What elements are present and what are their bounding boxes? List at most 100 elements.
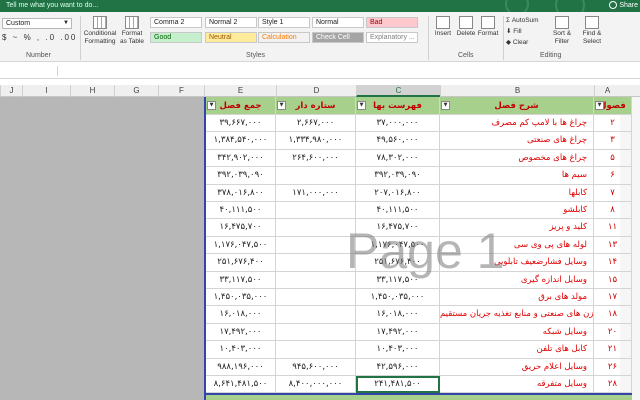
cell-star[interactable] (276, 306, 356, 324)
cell-list[interactable]: ۲۴۱,۴۸۱,۵۰۰ (356, 376, 440, 394)
cell-desc[interactable]: وسایل اعلام حریق (440, 358, 594, 376)
cell-desc[interactable]: مولد های برق (440, 289, 594, 307)
cell-desc[interactable]: چراغ های صنعتی (440, 132, 594, 150)
cell-list[interactable]: ۲۰۷,۰۱۶,۸۰۰ (356, 184, 440, 202)
cell-list[interactable]: ۱۶,۴۷۵,۷۰۰ (356, 219, 440, 237)
cell-list[interactable]: ۷۸,۳۰۲,۰۰۰ (356, 149, 440, 168)
cell-total[interactable]: ۹۸۸,۱۹۶,۰۰۰ (206, 358, 276, 376)
cell-total[interactable]: ۳۴۲,۹۰۲,۰۰۰ (206, 149, 276, 168)
cell-idx[interactable]: ۲۰ (594, 323, 632, 342)
filter-dropdown-icon[interactable]: ▼ (357, 101, 366, 110)
name-box[interactable] (2, 66, 58, 76)
cell-list[interactable]: ۴۹,۵۶۰,۰۰۰ (356, 132, 440, 150)
cell-desc[interactable]: لوله های پی وی سی (440, 236, 594, 255)
cell-style-option[interactable]: Normal 2 (205, 17, 257, 28)
cell-list[interactable]: ۱۰,۴۰۳,۰۰۰ (356, 341, 440, 359)
cell-desc[interactable]: کابلشو (440, 202, 594, 220)
cell-total[interactable]: ۲۵۱,۶۷۶,۴۰۰ (206, 254, 276, 272)
filter-dropdown-icon[interactable]: ▼ (207, 101, 216, 110)
cell-star[interactable] (276, 341, 356, 359)
cell-desc[interactable]: کابل های تلفن (440, 341, 594, 359)
cell-idx[interactable]: ۱۷ (594, 289, 632, 307)
cell-desc[interactable]: وسایل فشارضعیف تابلویی (440, 254, 594, 272)
cell-list[interactable]: ۴۰,۱۱۱,۵۰۰ (356, 202, 440, 220)
cell-desc[interactable]: چراغ های مخصوص (440, 149, 594, 168)
cell-idx[interactable]: ۶ (594, 167, 632, 185)
column-header[interactable]: B (440, 85, 594, 97)
format-as-table-button[interactable]: Format as Table (118, 16, 146, 46)
cell-star[interactable]: ۹۴۵,۶۰۰,۰۰۰ (276, 358, 356, 376)
cell-list[interactable]: ۳۳,۱۱۷,۵۰۰ (356, 271, 440, 289)
cell-star[interactable] (276, 254, 356, 272)
cell-total[interactable]: ۸,۶۴۱,۴۸۱,۵۰۰ (206, 376, 276, 394)
cell-idx[interactable]: ۲۸ (594, 376, 632, 394)
cell-star[interactable] (276, 202, 356, 220)
conditional-formatting-button[interactable]: Conditional Formatting (82, 16, 118, 46)
cell-star[interactable] (276, 323, 356, 342)
cell-desc[interactable]: سیم ها (440, 167, 594, 185)
sort-filter-button[interactable]: Sort & Filter (548, 16, 576, 46)
cell-idx[interactable]: ۱۱ (594, 219, 632, 237)
cell-desc[interactable]: وسایل متفرقه (440, 376, 594, 394)
cell-total[interactable]: ۱,۴۵۰,۰۳۵,۰۰۰ (206, 289, 276, 307)
cell-style-option[interactable]: Neutral (205, 32, 257, 43)
column-header[interactable]: F (158, 85, 204, 97)
cell-idx[interactable]: ۱۵ (594, 271, 632, 289)
clear-button[interactable]: ◆ Clear (506, 37, 539, 48)
cell-total[interactable]: ۱۶,۴۷۵,۷۰۰ (206, 219, 276, 237)
column-header[interactable]: H (70, 85, 114, 97)
cell-style-option[interactable]: Bad (366, 17, 418, 28)
cell-idx[interactable]: ۳ (594, 132, 632, 150)
column-header[interactable]: G (114, 85, 158, 97)
cell-star[interactable]: ۲۶۴,۶۰۰,۰۰۰ (276, 149, 356, 168)
cell-total[interactable]: ۱۶,۰۱۸,۰۰۰ (206, 306, 276, 324)
cell-total[interactable]: ۱,۳۸۴,۵۴۰,۰۰۰ (206, 132, 276, 150)
tell-me-bar[interactable]: Tell me what you want to do... (0, 0, 640, 12)
cell-idx[interactable]: ۷ (594, 184, 632, 202)
cell-star[interactable] (276, 289, 356, 307)
cell-list[interactable]: ۴۲,۵۹۶,۰۰۰ (356, 358, 440, 376)
cell-star[interactable]: ۱۷۱,۰۰۰,۰۰۰ (276, 184, 356, 202)
cell-list[interactable]: ۱,۱۷۶,۰۴۷,۵۰۰ (356, 236, 440, 255)
cell-list[interactable]: ۱۷,۴۹۲,۰۰۰ (356, 323, 440, 342)
find-select-button[interactable]: Find & Select (578, 16, 606, 46)
cell-idx[interactable]: ۵ (594, 149, 632, 168)
delete-button[interactable]: Delete (455, 16, 477, 38)
cell-star[interactable]: ۸,۴۰۰,۰۰۰,۰۰۰ (276, 376, 356, 394)
cell-list[interactable]: ۱,۴۵۰,۰۳۵,۰۰۰ (356, 289, 440, 307)
cell-idx[interactable]: ۱۳ (594, 236, 632, 255)
number-format-select[interactable]: Custom ▼ (2, 18, 72, 29)
cell-style-option[interactable]: Good (150, 32, 202, 43)
header-star[interactable]: ▼ ستاره دار (276, 97, 356, 115)
cell-desc[interactable]: خازن های صنعتی و منابع تغذیه جریان مستقی… (440, 306, 594, 324)
cell-style-option[interactable]: Explanatory ... (366, 32, 418, 43)
number-format-icons[interactable]: $ ~ % , .0 .00 (2, 33, 77, 42)
cell-total[interactable]: ۱,۱۷۶,۰۴۷,۵۰۰ (206, 236, 276, 255)
cell-idx[interactable]: ۲ (594, 115, 632, 133)
cell-desc[interactable]: چراغ ها با لامپ کم مصرف (440, 115, 594, 133)
header-index[interactable]: ▼ فصول (594, 97, 632, 115)
filter-dropdown-icon[interactable]: ▼ (595, 101, 604, 110)
cell-idx[interactable]: ۱۸ (594, 306, 632, 324)
cell-idx[interactable]: ۲۶ (594, 358, 632, 376)
cell-star[interactable]: ۲,۶۶۷,۰۰۰ (276, 115, 356, 133)
cell-star[interactable] (276, 219, 356, 237)
column-header[interactable]: E (204, 85, 276, 97)
cell-total[interactable]: ۱۰,۴۰۳,۰۰۰ (206, 341, 276, 359)
cell-list[interactable]: ۱۶,۰۱۸,۰۰۰ (356, 306, 440, 324)
cell-total[interactable]: ۳۷۸,۰۱۶,۸۰۰ (206, 184, 276, 202)
filter-dropdown-icon[interactable]: ▼ (441, 101, 450, 110)
column-header[interactable]: D (276, 85, 356, 97)
cell-idx[interactable]: ۸ (594, 202, 632, 220)
insert-button[interactable]: Insert (432, 16, 454, 38)
cell-desc[interactable]: کلید و پریز (440, 219, 594, 237)
cell-total[interactable]: ۳۳,۱۱۷,۵۰۰ (206, 271, 276, 289)
column-header[interactable]: A (594, 85, 620, 97)
cell-desc[interactable]: کابلها (440, 184, 594, 202)
cell-desc[interactable]: وسایل اندازه گیری (440, 271, 594, 289)
cell-style-option[interactable]: Check Cell (312, 32, 364, 43)
cell-star[interactable] (276, 167, 356, 185)
cell-list[interactable]: ۳۷,۰۰۰,۰۰۰ (356, 115, 440, 133)
cell-total[interactable]: ۳۹,۶۶۷,۰۰۰ (206, 115, 276, 133)
header-description[interactable]: ▼ شرح فصل (440, 97, 594, 115)
